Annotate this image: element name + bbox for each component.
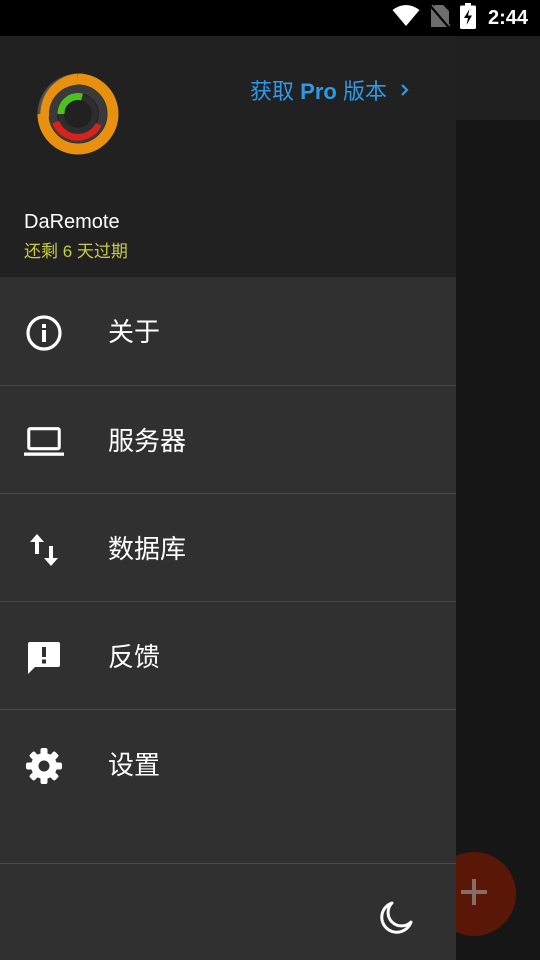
menu-item-label: 设置 (108, 750, 161, 780)
wifi-icon (392, 4, 420, 32)
gear-icon (24, 746, 64, 786)
pro-link-prefix: 获取 (250, 79, 295, 104)
app-name: DaRemote (24, 211, 120, 233)
menu-item-servers[interactable]: 服务器 (0, 385, 456, 493)
info-icon (24, 313, 64, 353)
pro-link-bold: Pro (300, 79, 337, 104)
no-sim-icon (429, 4, 451, 33)
menu-item-settings[interactable]: 设置 (0, 709, 456, 817)
pro-link-suffix: 版本 (342, 79, 387, 104)
status-icons: 2:44 (392, 2, 528, 34)
trial-expiry-text: 还剩 6 天过期 (24, 242, 128, 261)
menu-item-about[interactable]: 关于 (0, 277, 456, 385)
drawer-footer (0, 863, 456, 960)
menu-item-database[interactable]: 数据库 (0, 493, 456, 601)
get-pro-version-link[interactable]: 获取 Pro 版本 (250, 74, 411, 106)
status-time: 2:44 (487, 6, 528, 29)
battery-charging-icon (459, 2, 476, 34)
chevron-right-icon (399, 77, 411, 103)
menu-item-label: 关于 (108, 317, 161, 347)
laptop-icon (24, 422, 64, 462)
menu-item-label: 服务器 (108, 426, 187, 456)
dark-mode-moon-icon[interactable] (378, 900, 414, 936)
navigation-drawer: 获取 Pro 版本 DaRemote 还剩 6 天过期 关于 服务器 数据库 反… (0, 36, 456, 960)
menu-item-feedback[interactable]: 反馈 (0, 601, 456, 709)
swap-vertical-icon (24, 530, 64, 570)
menu-item-label: 数据库 (108, 534, 187, 564)
drawer-menu: 关于 服务器 数据库 反馈 设置 (0, 277, 456, 817)
plus-icon (461, 878, 487, 910)
status-bar: 2:44 (0, 0, 540, 36)
pro-link-text: 获取 Pro 版本 (250, 74, 387, 106)
daremote-ring-logo (36, 72, 120, 156)
feedback-icon (24, 638, 64, 678)
drawer-header: 获取 Pro 版本 DaRemote 还剩 6 天过期 (0, 36, 456, 277)
menu-item-label: 反馈 (108, 642, 161, 672)
